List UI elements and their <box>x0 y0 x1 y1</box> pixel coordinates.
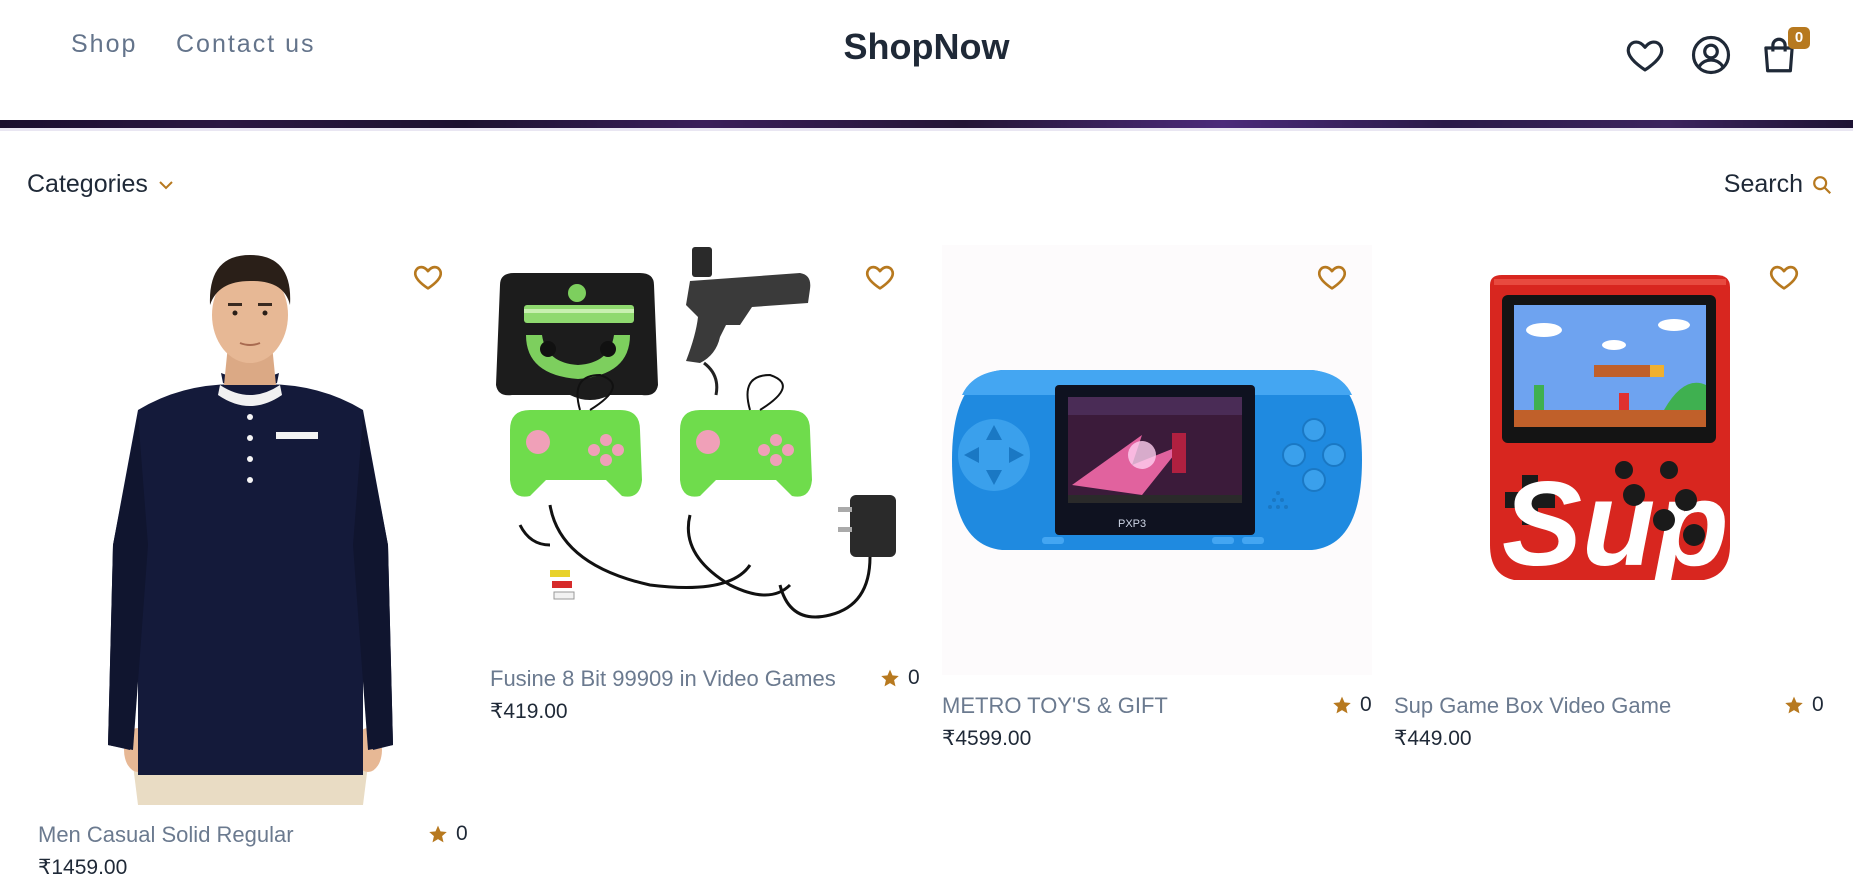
search-icon <box>1813 175 1832 194</box>
product-image[interactable]: Sup <box>1394 245 1824 675</box>
site-header: Shop Contact us ShopNow 0 <box>0 0 1853 120</box>
rating-count: 0 <box>1812 693 1824 716</box>
wishlist-heart-icon[interactable] <box>1316 261 1348 293</box>
brand-logo-text[interactable]: ShopNow <box>844 26 1010 67</box>
wishlist-heart-icon[interactable] <box>1768 261 1800 293</box>
cart-count-badge: 0 <box>1788 27 1810 49</box>
product-price: ₹1459.00 <box>38 856 128 879</box>
product-card[interactable]: Men Casual Solid Regular 0 ₹1459.00 <box>38 245 478 882</box>
product-name[interactable]: Sup Game Box Video Game <box>1394 693 1671 719</box>
chevron-down-icon <box>159 180 173 189</box>
product-price: ₹419.00 <box>490 700 568 723</box>
account-icon[interactable] <box>1690 34 1732 76</box>
product-image[interactable] <box>38 245 478 805</box>
product-card[interactable]: PXP3 METRO TOY'S & GIFT 0 ₹4599.00 <box>942 245 1382 755</box>
rating-count: 0 <box>456 822 468 845</box>
nav-contact-link[interactable]: Contact us <box>176 30 316 59</box>
star-icon <box>1333 696 1351 714</box>
product-card[interactable]: Sup Sup Game Box Video Game 0 ₹449.00 <box>1394 245 1834 755</box>
rating-count: 0 <box>908 666 920 689</box>
star-icon <box>881 669 899 687</box>
product-name[interactable]: Men Casual Solid Regular <box>38 822 294 848</box>
search-label: Search <box>1723 170 1803 198</box>
product-rating: 0 <box>880 666 920 690</box>
product-name[interactable]: Fusine 8 Bit 99909 in Video Games <box>490 666 836 692</box>
product-card[interactable]: Fusine 8 Bit 99909 in Video Games 0 ₹419… <box>490 245 930 725</box>
product-rating: 0 <box>1784 693 1824 717</box>
product-rating: 0 <box>1332 693 1372 717</box>
star-icon <box>429 825 447 843</box>
product-price: ₹449.00 <box>1394 727 1472 750</box>
hero-banner-strip <box>0 120 1853 128</box>
wishlist-heart-icon[interactable] <box>864 261 896 293</box>
nav-shop-link[interactable]: Shop <box>71 30 137 59</box>
categories-label: Categories <box>27 170 148 198</box>
product-image[interactable] <box>490 245 920 655</box>
divider <box>0 128 1853 131</box>
rating-count: 0 <box>1360 693 1372 716</box>
product-image[interactable]: PXP3 <box>942 245 1372 675</box>
search-button[interactable]: Search <box>1724 170 1833 199</box>
svg-text:PXP3: PXP3 <box>1118 518 1146 530</box>
svg-text:Sup: Sup <box>1502 457 1729 591</box>
categories-dropdown[interactable]: Categories <box>27 170 174 199</box>
heart-icon[interactable] <box>1624 34 1666 76</box>
wishlist-heart-icon[interactable] <box>412 261 444 293</box>
product-name[interactable]: METRO TOY'S & GIFT <box>942 693 1168 719</box>
product-rating: 0 <box>428 822 468 846</box>
star-icon <box>1785 696 1803 714</box>
product-price: ₹4599.00 <box>942 727 1032 750</box>
